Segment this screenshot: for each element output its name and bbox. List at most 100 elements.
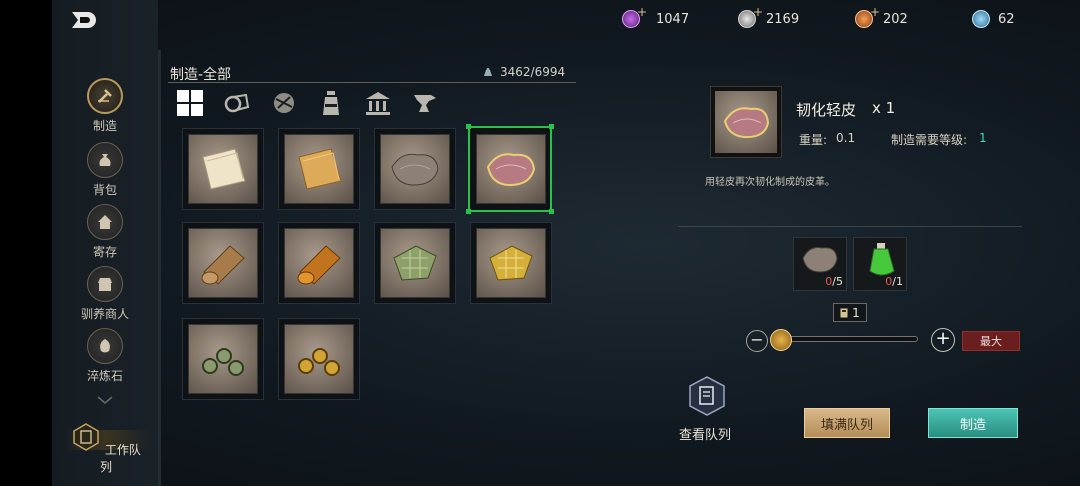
item-slot[interactable] [182,128,264,210]
item-slot[interactable] [374,128,456,210]
sidebar-item-label: 淬炼石 [86,369,123,383]
weight-value: 3462/6994 [500,65,566,79]
weight-indicator: 3462/6994 [482,65,565,79]
sidebar-item-merchant[interactable]: 驯养商人 [62,266,148,322]
weight-value: 0.1 [836,131,856,145]
sidebar-item-craft[interactable]: 制造 [62,78,148,134]
increase-button[interactable]: + [931,328,955,352]
gears-gold-icon [284,324,354,394]
currency-blue: 62 [972,10,1015,28]
queue-hex-icon [73,423,99,451]
sidebar-item-label: 制造 [92,119,117,133]
level-label: 制造需要等级: [891,133,968,147]
leather-pink-icon [476,134,546,204]
sidebar-divider [158,50,161,486]
sidebar-item-bag[interactable]: 背包 [62,142,148,198]
divider [168,82,576,83]
max-button[interactable]: 最大 [962,331,1020,351]
craft-button[interactable]: 制造 [928,408,1018,438]
view-queue-icon[interactable] [688,376,726,416]
leather-grey-icon [802,247,838,273]
item-quantity: x 1 [872,99,896,117]
sidebar-item-label: 寄存 [92,245,117,259]
blue-gem-icon [972,10,990,28]
view-queue-label[interactable]: 查看队列 [679,424,731,443]
item-name: 韧化轻皮 [796,101,857,119]
tab-tools[interactable] [410,88,440,118]
anvil-icon [414,95,436,112]
item-slot[interactable] [278,222,360,304]
slider-handle[interactable] [770,329,792,351]
currency-value: 2169 [766,11,800,27]
house-icon [87,204,123,240]
purple-gem-icon: + [622,5,647,28]
tab-potions[interactable] [316,88,346,118]
scroll-orange-icon [284,228,354,298]
currency-orange[interactable]: + 202 [855,5,908,28]
mesh-green-icon [380,228,450,298]
item-slot[interactable] [278,128,360,210]
weight-label: 重量: [799,133,828,147]
category-tabs [175,88,440,118]
currency-silver[interactable]: + 2169 [738,5,800,28]
item-description: 用轻皮再次韧化制成的皮革。 [705,177,835,188]
stone-icon [87,328,123,364]
orange-token-icon: + [855,5,880,28]
item-slot-selected[interactable] [466,124,554,214]
gears-green-icon [188,324,258,394]
item-slot[interactable] [374,222,456,304]
building-icon [366,92,390,115]
calculator-icon [840,308,848,317]
sidebar-item-label: 驯养商人 [80,307,129,321]
currency-value: 1047 [656,11,690,27]
quantity-slider[interactable] [772,336,918,342]
tab-buildings[interactable] [363,88,393,118]
leather-pink-icon [715,91,777,153]
material-slot[interactable]: 0/1 [853,237,907,291]
currency-purple[interactable]: + 1047 [622,5,690,28]
decrease-button[interactable]: − [746,330,768,352]
item-slot[interactable] [470,222,552,304]
bag-icon [87,142,123,178]
sidebar-item-work-queue[interactable]: 工作队列 [70,422,142,476]
ball-icon [274,93,294,113]
quantity-value: 1 [852,305,860,320]
currency-value: 202 [883,11,908,27]
sidebar-item-storage[interactable]: 寄存 [62,204,148,260]
paper-light-icon [188,134,258,204]
material-need: /1 [892,275,903,288]
level-value: 1 [979,131,987,145]
item-slot[interactable] [182,318,264,400]
leather-roll-icon [224,93,250,113]
back-icon[interactable] [68,8,100,32]
sidebar-item-stone[interactable]: 淬炼石 [62,328,148,384]
shop-icon [87,266,123,302]
material-need: /5 [832,275,843,288]
tab-materials[interactable] [222,88,252,118]
currency-value: 62 [998,11,1015,27]
hammer-icon [87,78,123,114]
fill-queue-button[interactable]: 填满队列 [804,408,890,438]
item-slot[interactable] [278,318,360,400]
quantity-display: 1 [833,303,867,322]
leather-grey-icon [380,134,450,204]
mesh-gold-icon [476,228,546,298]
green-potion-icon [869,243,895,276]
item-slot[interactable] [182,222,264,304]
tab-consumables[interactable] [269,88,299,118]
silver-coin-icon: + [738,5,763,28]
sidebar-item-label: 背包 [92,183,117,197]
game-screen: 制造 背包 寄存 驯养商人 淬炼石 工作队列 + 1047 + 2169 + 2… [0,0,1080,486]
divider [678,226,1022,227]
scroll-cloth-icon [188,228,258,298]
material-slot[interactable]: 0/5 [793,237,847,291]
all-icon [177,90,203,116]
paper-orange-icon [284,134,354,204]
chevron-down-icon[interactable] [96,395,114,405]
left-bezel [0,0,52,486]
weight-icon [484,68,492,76]
page-title: 制造-全部 [170,67,232,83]
potion-icon [323,91,339,115]
item-grid [172,120,572,486]
tab-all[interactable] [175,88,205,118]
